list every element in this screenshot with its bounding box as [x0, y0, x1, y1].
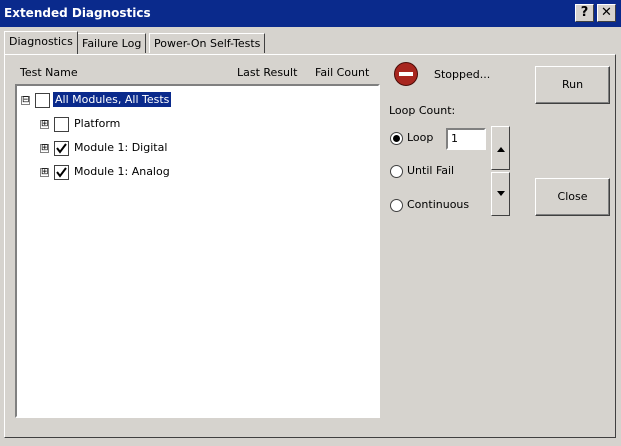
column-last-result: Last Result — [237, 66, 298, 79]
tree-item-module-digital[interactable]: ⊞ Module 1: Digital — [17, 140, 357, 158]
help-button[interactable]: ? — [575, 4, 594, 22]
tree-item-label: Platform — [74, 117, 121, 130]
checkbox-platform[interactable] — [54, 117, 69, 132]
radio-loop-label: Loop — [407, 131, 434, 144]
tree-item-module-analog[interactable]: ⊞ Module 1: Analog — [17, 164, 357, 182]
loop-count-input[interactable]: 1 — [446, 128, 486, 150]
tab-power-on-self-tests[interactable]: Power-On Self-Tests — [149, 33, 266, 53]
radio-until-fail[interactable] — [390, 165, 403, 178]
column-test-name: Test Name — [20, 66, 78, 79]
tree-item-label: Module 1: Analog — [74, 165, 170, 178]
close-window-button[interactable]: ✕ — [597, 4, 616, 22]
title-bar: Extended Diagnostics ? ✕ — [0, 0, 621, 27]
checkbox-module-analog[interactable] — [54, 165, 69, 180]
checkmark-icon — [56, 143, 67, 154]
test-tree[interactable]: ⊟ All Modules, All Tests ⊞ Platform ⊞ Mo… — [15, 84, 380, 418]
checkbox-module-digital[interactable] — [54, 141, 69, 156]
run-button[interactable]: Run — [535, 66, 610, 104]
spin-up-button[interactable] — [491, 126, 510, 170]
radio-loop[interactable] — [390, 132, 403, 145]
status-text: Stopped... — [434, 68, 491, 81]
spin-down-button[interactable] — [491, 172, 510, 216]
collapse-icon[interactable]: ⊟ — [21, 96, 30, 105]
checkbox-all-modules[interactable] — [35, 93, 50, 108]
expand-icon[interactable]: ⊞ — [40, 168, 49, 177]
close-button[interactable]: Close — [535, 178, 610, 216]
tree-item-label: Module 1: Digital — [74, 141, 168, 154]
tree-item-all-modules[interactable]: ⊟ All Modules, All Tests — [17, 92, 357, 110]
close-icon: ✕ — [601, 5, 612, 20]
expand-icon[interactable]: ⊞ — [40, 120, 49, 129]
arrow-down-icon — [497, 191, 505, 196]
loop-count-label: Loop Count: — [389, 104, 456, 117]
column-fail-count: Fail Count — [315, 66, 370, 79]
checkmark-icon — [56, 167, 67, 178]
window-title: Extended Diagnostics — [4, 6, 151, 20]
radio-continuous-label: Continuous — [407, 198, 470, 211]
tree-item-label: All Modules, All Tests — [53, 92, 172, 107]
extended-diagnostics-window: Extended Diagnostics ? ✕ Diagnostics Fai… — [0, 0, 621, 446]
radio-continuous[interactable] — [390, 199, 403, 212]
tab-failure-log[interactable]: Failure Log — [77, 33, 147, 53]
expand-icon[interactable]: ⊞ — [40, 144, 49, 153]
help-icon: ? — [580, 5, 589, 20]
tab-diagnostics[interactable]: Diagnostics — [4, 31, 78, 54]
tree-item-platform[interactable]: ⊞ Platform — [17, 116, 357, 134]
radio-until-fail-label: Until Fail — [407, 164, 455, 177]
stop-status-icon — [394, 62, 418, 86]
arrow-up-icon — [497, 147, 505, 152]
